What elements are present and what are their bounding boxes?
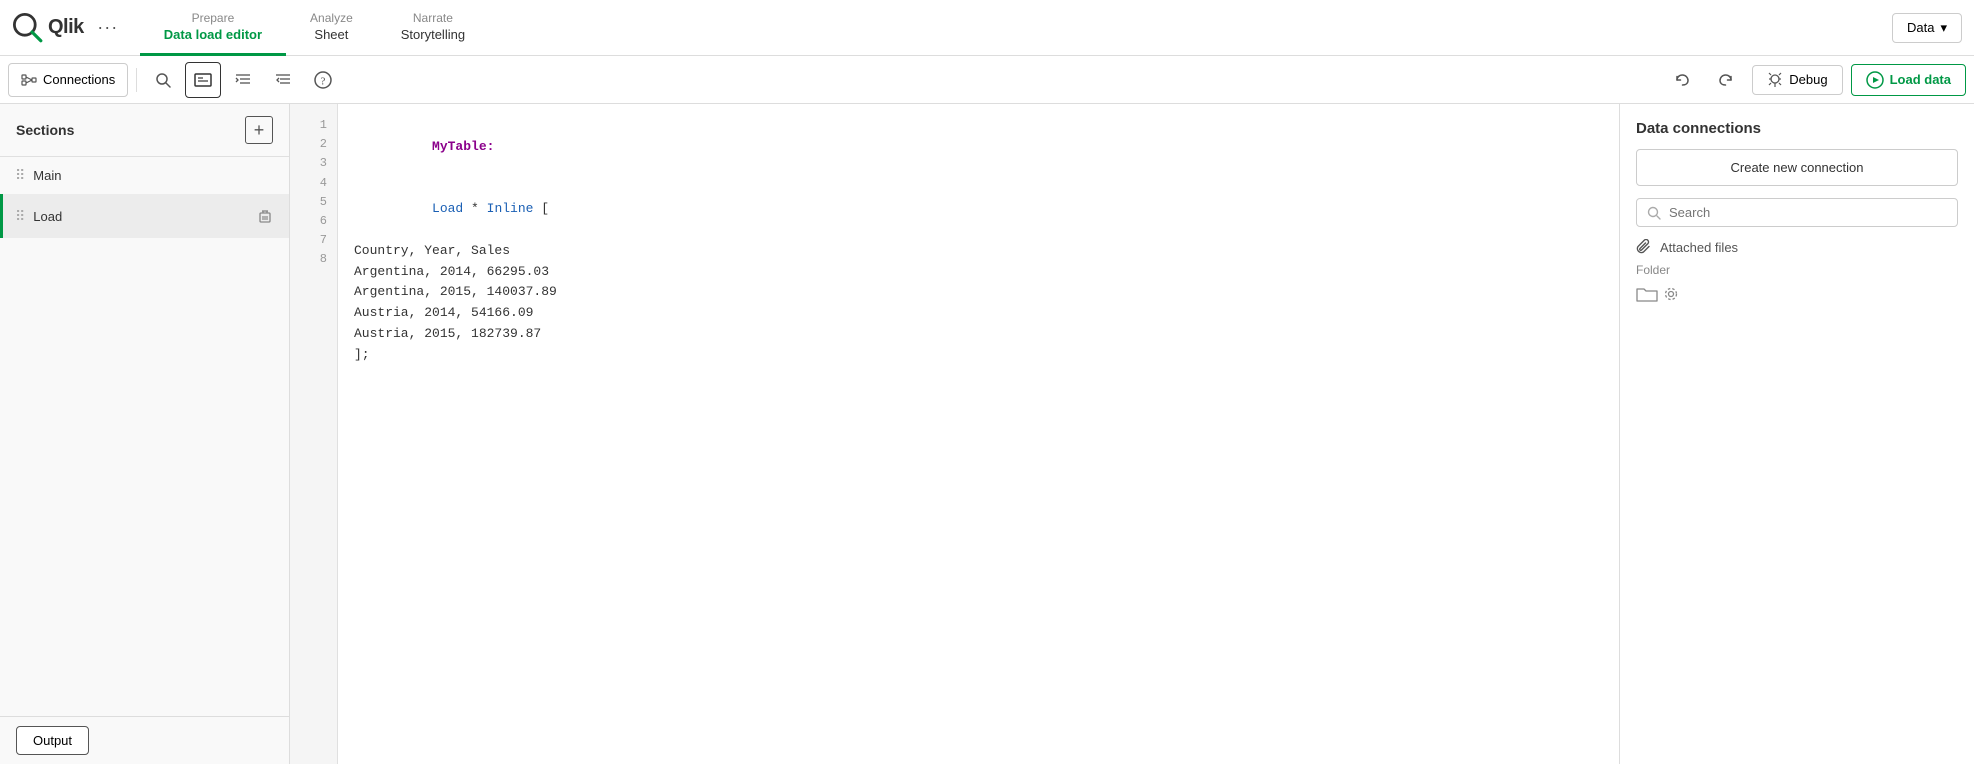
line-numbers: 1 2 3 4 5 6 7 8 <box>290 104 338 764</box>
code-editor-button[interactable] <box>185 62 221 98</box>
debug-button[interactable]: Debug <box>1752 65 1842 95</box>
tab-analyze-main: Analyze <box>310 11 353 25</box>
code-line-2: Load * Inline [ <box>354 178 1603 240</box>
code-line-1: MyTable: <box>354 116 1603 178</box>
top-bar: Qlik ··· Prepare Data load editor Analyz… <box>0 0 1974 56</box>
outdent-button[interactable] <box>265 62 301 98</box>
code-load: Load <box>432 201 463 216</box>
undo-button[interactable] <box>1664 62 1700 98</box>
help-icon: ? <box>314 71 332 89</box>
sections-title: Sections <box>16 122 74 138</box>
attached-files-section: Attached files Folder <box>1636 239 1958 303</box>
paperclip-icon <box>1636 239 1652 255</box>
folder-label: Folder <box>1636 263 1958 277</box>
redo-icon <box>1718 72 1734 88</box>
line-num-7: 7 <box>290 231 337 250</box>
code-mytable: MyTable: <box>432 139 494 154</box>
data-menu-button[interactable]: Data ▾ <box>1892 13 1962 43</box>
toolbar-sep-1 <box>136 68 137 92</box>
attached-files-label: Attached files <box>1660 240 1738 255</box>
nav-right: Data ▾ <box>1892 13 1962 43</box>
gear-icon <box>1664 287 1678 301</box>
folder-icon-row <box>1636 285 1958 303</box>
line-num-4: 4 <box>290 174 337 193</box>
output-bar: Output <box>0 716 289 764</box>
undo-icon <box>1674 72 1690 88</box>
section-item-main[interactable]: ⠿ Main <box>0 157 289 194</box>
line-num-1: 1 <box>290 116 337 135</box>
create-connection-button[interactable]: Create new connection <box>1636 149 1958 186</box>
drag-handle-icon: ⠿ <box>15 208 25 225</box>
main-layout: Sections + ⠿ Main ⠿ Load <box>0 104 1974 764</box>
sections-header: Sections + <box>0 104 289 157</box>
tab-narrate-main: Narrate <box>413 11 453 25</box>
debug-label: Debug <box>1789 72 1827 87</box>
code-line-7: Austria, 2015, 182739.87 <box>354 324 1603 345</box>
chevron-down-icon: ▾ <box>1940 20 1947 36</box>
connections-icon <box>21 72 37 88</box>
code-line-4: Argentina, 2014, 66295.03 <box>354 262 1603 283</box>
logo-text: Qlik <box>48 16 84 39</box>
data-btn-label: Data <box>1907 20 1934 35</box>
attached-files-header: Attached files <box>1636 239 1958 255</box>
section-item-load[interactable]: ⠿ Load <box>0 194 289 238</box>
code-line-5: Argentina, 2015, 140037.89 <box>354 282 1603 303</box>
search-box[interactable] <box>1636 198 1958 227</box>
svg-text:?: ? <box>321 75 326 87</box>
qlik-logo: Qlik <box>12 12 84 44</box>
folder-icon <box>1636 285 1658 303</box>
toolbar-right: Debug Load data <box>1664 62 1966 98</box>
toolbar: Connections <box>0 56 1974 104</box>
section-label: Main <box>33 168 277 183</box>
tab-analyze-sub: Sheet <box>314 27 348 42</box>
more-menu-button[interactable]: ··· <box>92 12 124 44</box>
code-line-8: ]; <box>354 345 1603 366</box>
indent-icon <box>235 73 251 87</box>
connections-btn-label: Connections <box>43 72 115 87</box>
load-data-button[interactable]: Load data <box>1851 64 1966 96</box>
tab-prepare-sub: Data load editor <box>164 27 262 42</box>
load-data-label: Load data <box>1890 72 1951 87</box>
connections-title: Data connections <box>1636 120 1958 137</box>
line-num-8: 8 <box>290 250 337 269</box>
tab-narrate[interactable]: Narrate Storytelling <box>377 0 489 56</box>
code-line-6: Austria, 2014, 54166.09 <box>354 303 1603 324</box>
code-line-3: Country, Year, Sales <box>354 241 1603 262</box>
load-data-icon <box>1866 71 1884 89</box>
line-num-2: 2 <box>290 135 337 154</box>
search-icon <box>1647 206 1661 220</box>
section-delete-button[interactable] <box>253 204 277 228</box>
search-icon <box>155 72 171 88</box>
help-button[interactable]: ? <box>305 62 341 98</box>
indent-button[interactable] <box>225 62 261 98</box>
section-label: Load <box>33 209 245 224</box>
trash-icon <box>258 209 272 223</box>
qlik-logo-icon <box>12 12 44 44</box>
connections-button[interactable]: Connections <box>8 63 128 97</box>
code-content[interactable]: MyTable: Load * Inline [ Country, Year, … <box>338 104 1619 764</box>
add-section-button[interactable]: + <box>245 116 273 144</box>
debug-icon <box>1767 72 1783 88</box>
tab-narrate-sub: Storytelling <box>401 27 465 42</box>
line-num-3: 3 <box>290 154 337 173</box>
line-num-6: 6 <box>290 212 337 231</box>
tab-prepare-main: Prepare <box>192 11 235 25</box>
redo-button[interactable] <box>1708 62 1744 98</box>
tab-analyze[interactable]: Analyze Sheet <box>286 0 377 56</box>
editor-area: 1 2 3 4 5 6 7 8 MyTable: Load * Inline [ <box>290 104 1619 764</box>
output-button[interactable]: Output <box>16 726 89 755</box>
search-input[interactable] <box>1669 205 1947 220</box>
outdent-icon <box>275 73 291 87</box>
tab-prepare[interactable]: Prepare Data load editor <box>140 0 286 56</box>
logo-area: Qlik ··· <box>12 12 124 44</box>
code-inline: Inline <box>487 201 534 216</box>
line-num-5: 5 <box>290 193 337 212</box>
right-panel: Data connections Create new connection A… <box>1619 104 1974 764</box>
left-panel: Sections + ⠿ Main ⠿ Load <box>0 104 290 764</box>
drag-handle-icon: ⠿ <box>15 167 25 184</box>
search-button[interactable] <box>145 62 181 98</box>
code-editor[interactable]: 1 2 3 4 5 6 7 8 MyTable: Load * Inline [ <box>290 104 1619 764</box>
editor-icon <box>194 73 212 87</box>
